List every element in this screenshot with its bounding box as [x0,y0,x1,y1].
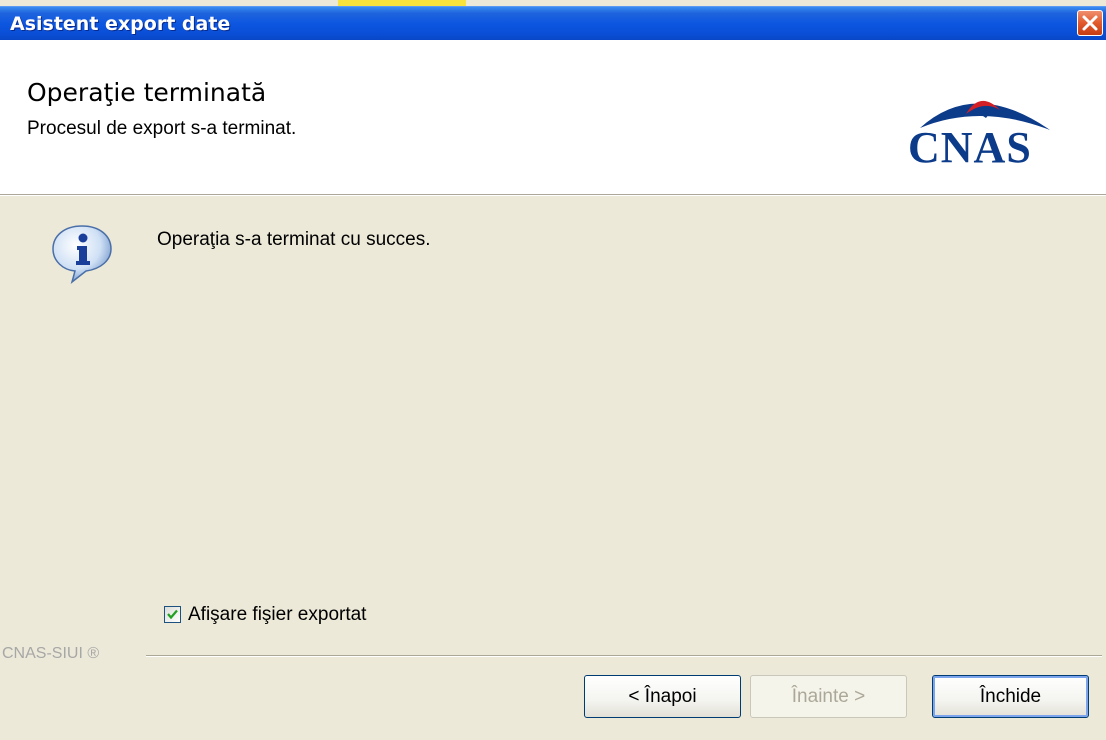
logo-text: CNAS [908,123,1032,172]
status-message: Operaţia s-a terminat cu succes. [157,229,431,250]
cnas-logo: CNAS [900,88,1070,178]
window-title: Asistent export date [10,13,231,35]
next-button[interactable]: Înainte > [750,675,907,718]
info-icon [50,222,114,284]
show-exported-file-checkbox[interactable] [164,606,181,623]
brand-label: CNAS-SIUI ® [2,645,100,662]
checkmark-icon [167,609,178,620]
close-icon [1082,15,1098,31]
page-title: Operaţie terminată [27,78,267,107]
close-window-button[interactable] [1077,10,1103,36]
title-bar: Asistent export date [0,6,1106,41]
footer-separator-highlight [146,656,1102,657]
header-separator-highlight [0,195,1106,196]
wizard-header: Operaţie terminată Procesul de export s-… [0,40,1106,194]
close-button[interactable]: Închide [932,675,1089,718]
page-subtitle: Procesul de export s-a terminat. [27,118,297,139]
show-exported-file-label[interactable]: Afişare fişier exportat [188,604,366,626]
back-button[interactable]: < Înapoi [584,675,741,718]
